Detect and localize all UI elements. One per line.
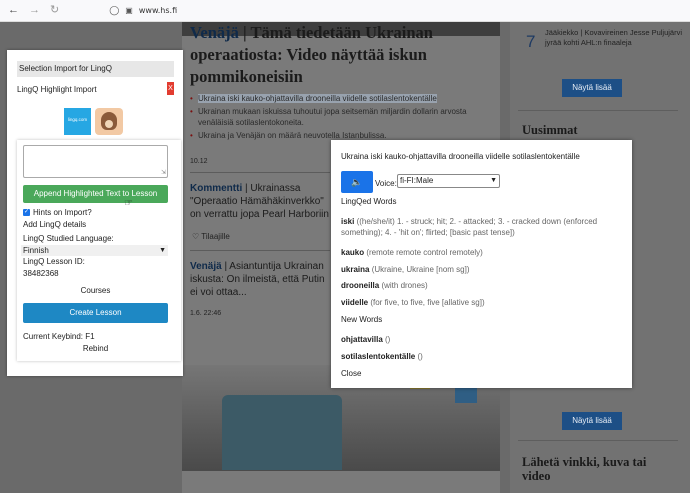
lesson-id-field[interactable]: 38482368	[23, 269, 59, 278]
word-entry[interactable]: viidelle (for five, to five, five [allat…	[341, 297, 623, 308]
language-label: LingQ Studied Language:	[23, 234, 114, 243]
word: ukraina	[341, 265, 370, 274]
definition: (with drones)	[379, 281, 428, 290]
address-bar[interactable]: ◯ ▣ www.hs.fi	[109, 5, 177, 16]
bullet-item: Ukrainan mukaan iskuissa tuhoutui jopa s…	[190, 106, 490, 128]
append-text-button[interactable]: Append Highlighted Text to Lesson	[23, 185, 168, 203]
lingqed-words-heading: LingQed Words	[341, 197, 397, 206]
word: viidelle	[341, 298, 369, 307]
voice-value: fi-FI:Male	[400, 176, 434, 185]
word-entry[interactable]: drooneilla (with drones)	[341, 280, 623, 291]
word: iski	[341, 217, 355, 226]
divider	[190, 172, 330, 173]
rebind-button[interactable]: Rebind	[23, 344, 168, 353]
panel-title: LingQ Highlight Import	[17, 85, 97, 94]
word-entry[interactable]: sotilaslentokentälle ()	[341, 351, 623, 362]
word: ohjattavilla	[341, 335, 383, 344]
shield-icon: ◯	[109, 5, 120, 15]
show-more-button[interactable]: Näytä lisää	[562, 79, 622, 97]
expert-keyword: Venäjä	[190, 261, 222, 272]
definition: (Ukraine, Ukraine [nom sg])	[369, 265, 470, 274]
speaker-icon: 🔈	[351, 177, 363, 187]
article-headline[interactable]: Venäjä | Tämä tiedetään Ukrainan operaat…	[190, 22, 490, 88]
forward-icon[interactable]: →	[29, 5, 40, 16]
highlighted-text: Ukraina iski kauko-ohjattavilla drooneil…	[198, 94, 437, 103]
pointer-cursor-icon: ☞	[124, 198, 133, 209]
lingq-logo-text: lingq.com	[67, 117, 88, 122]
definition: (remote remote control remotely)	[364, 248, 483, 257]
browser-toolbar: ← → ↻ ◯ ▣ www.hs.fi	[0, 0, 690, 22]
voice-label: Voice:	[375, 179, 397, 188]
definition: (for five, to five, five [allative sg])	[368, 298, 485, 307]
latest-heading: Uusimmat	[522, 123, 578, 137]
close-link[interactable]: Close	[341, 369, 361, 378]
chevron-down-icon: ▼	[159, 247, 166, 254]
rank-number: 7	[526, 32, 536, 51]
reload-icon[interactable]: ↻	[50, 5, 59, 16]
definition: ((he/she/it) 1. - struck; hit; 2. - atta…	[341, 217, 598, 237]
word: drooneilla	[341, 281, 380, 290]
speaker-button[interactable]: 🔈	[341, 171, 373, 193]
divider	[518, 110, 678, 111]
word-entry[interactable]: kauko (remote remote control remotely)	[341, 247, 623, 258]
word: sotilaslentokentälle	[341, 352, 416, 361]
add-details-label: Add LingQ details	[23, 220, 87, 229]
subscriber-label: Tilaajille	[201, 232, 230, 241]
selected-sentence: Ukraina iski kauko-ohjattavilla drooneil…	[341, 152, 580, 161]
definition: ()	[382, 335, 391, 344]
comment-link[interactable]: Kommentti | Ukrainassa "Operaatio Hämähä…	[190, 182, 335, 221]
panel-header: Selection Import for LingQ	[17, 61, 174, 77]
article-time: 10.12	[190, 158, 208, 165]
dog-mascot-icon	[95, 108, 123, 135]
tip-heading: Lähetä vinkki, kuva tai video	[522, 455, 647, 483]
language-value: Finnish	[23, 246, 49, 255]
word-entry[interactable]: ohjattavilla ()	[341, 334, 623, 345]
article-bullets: Ukraina iski kauko-ohjattavilla drooneil…	[190, 93, 490, 143]
article-time-2: 1.6. 22:46	[190, 310, 222, 317]
chevron-down-icon: ▼	[490, 177, 497, 184]
word: kauko	[341, 248, 365, 257]
lingq-import-panel: Selection Import for LingQ LingQ Highlig…	[7, 50, 183, 376]
definition: ()	[415, 352, 423, 361]
divider	[190, 250, 330, 251]
subscriber-badge: ♡ Tilaajille	[192, 232, 230, 241]
close-button[interactable]: X	[167, 82, 174, 95]
word-entry[interactable]: iski ((he/she/it) 1. - struck; hit; 2. -…	[341, 216, 623, 238]
new-words-heading: New Words	[341, 315, 383, 324]
lingq-logo: lingq.com	[64, 108, 91, 135]
lesson-id-label: LingQ Lesson ID:	[23, 257, 85, 266]
headline-keyword: Venäjä	[190, 23, 239, 42]
hints-toggle[interactable]: ✓ Hints on Import?	[23, 208, 92, 217]
url-text: www.hs.fi	[138, 6, 178, 15]
expert-link[interactable]: Venäjä | Asiantuntija Ukrainan iskusta: …	[190, 260, 335, 299]
hints-checkbox[interactable]: ✓	[23, 209, 30, 216]
lock-icon: ▣	[125, 6, 133, 15]
hints-label: Hints on Import?	[33, 208, 92, 217]
bullet-item: Ukraina iski kauko-ohjattavilla drooneil…	[190, 93, 490, 104]
divider	[518, 440, 678, 441]
comment-keyword: Kommentti	[190, 183, 243, 194]
word-entry[interactable]: ukraina (Ukraine, Ukraine [nom sg])	[341, 264, 623, 275]
rank-article-link[interactable]: Jääkiekko | Kovavireinen Jesse Puljujärv…	[545, 28, 685, 48]
heart-icon: ♡	[192, 232, 200, 241]
resize-grip-icon[interactable]: ⇲	[161, 170, 166, 176]
language-select[interactable]: Finnish ▼	[21, 245, 168, 256]
create-lesson-button[interactable]: Create Lesson	[23, 303, 168, 323]
lesson-text-input[interactable]: ⇲	[23, 145, 168, 178]
voice-select[interactable]: fi-FI:Male ▼	[397, 174, 500, 188]
show-more-button-2[interactable]: Näytä lisää	[562, 412, 622, 430]
keybind-label: Current Keybind: F1	[23, 332, 95, 341]
courses-link[interactable]: Courses	[23, 286, 168, 295]
tram-shape	[222, 395, 342, 470]
back-icon[interactable]: ←	[8, 5, 19, 16]
translation-panel: Ukraina iski kauko-ohjattavilla drooneil…	[331, 140, 632, 388]
